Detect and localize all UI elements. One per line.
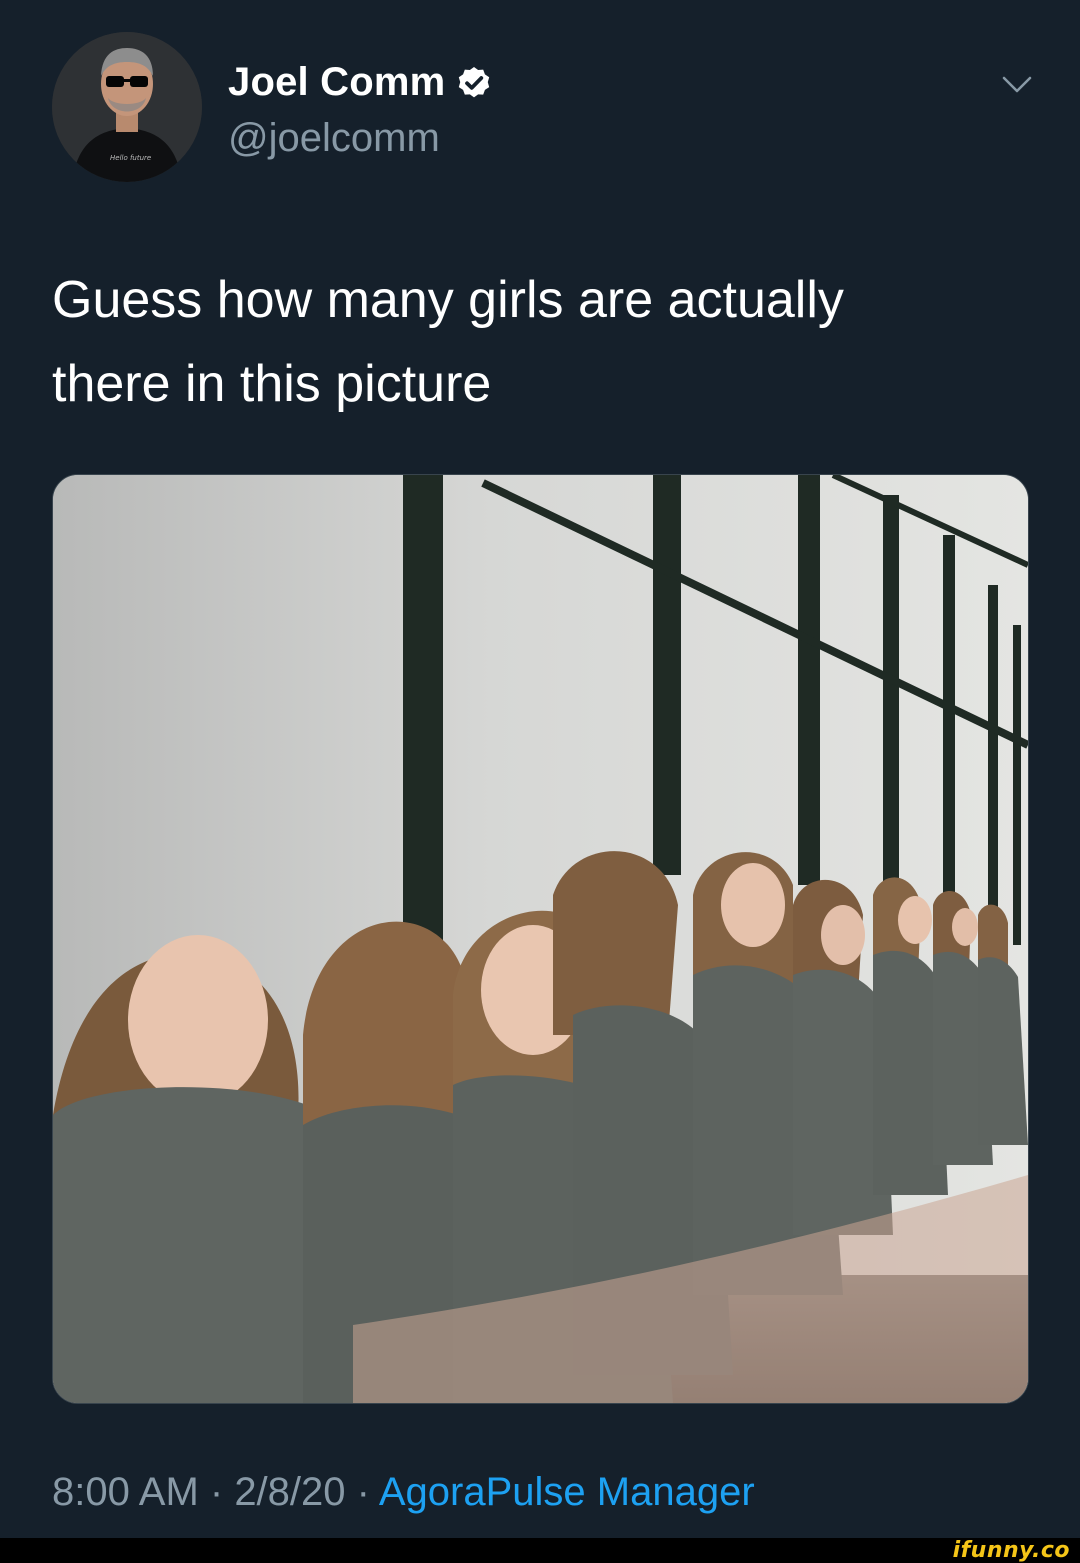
verified-badge-icon <box>455 63 493 101</box>
svg-text:Hello future: Hello future <box>110 154 151 162</box>
ifunny-watermark: ifunny.co <box>952 1538 1070 1563</box>
tweet-text-line-1: Guess how many girls are actually <box>52 271 844 329</box>
author-handle[interactable]: @joelcomm <box>228 116 440 161</box>
tweet-text: Guess how many girls are actually there … <box>52 258 1032 426</box>
avatar-image: Hello future <box>52 32 202 182</box>
meta-separator: · <box>345 1470 379 1514</box>
tweet-card: Hello future Joel Comm @joelcomm Guess h… <box>0 0 1080 1538</box>
chevron-down-icon[interactable] <box>1000 72 1034 98</box>
tweet-text-line-2: there in this picture <box>52 355 492 413</box>
tweet-photo[interactable] <box>52 474 1029 1404</box>
tweet-time[interactable]: 8:00 AM <box>52 1470 199 1514</box>
watermark-bar <box>0 1538 1080 1563</box>
meta-separator: · <box>198 1470 235 1514</box>
tweet-source-link[interactable]: AgoraPulse Manager <box>379 1470 755 1514</box>
author-display-name[interactable]: Joel Comm <box>228 60 445 105</box>
tweet-date[interactable]: 2/8/20 <box>234 1470 345 1514</box>
author-name-row[interactable]: Joel Comm <box>228 56 493 108</box>
author-avatar[interactable]: Hello future <box>52 32 202 182</box>
tweet-meta: 8:00 AM · 2/8/20 · AgoraPulse Manager <box>52 1470 755 1515</box>
photo-image <box>53 475 1028 1403</box>
